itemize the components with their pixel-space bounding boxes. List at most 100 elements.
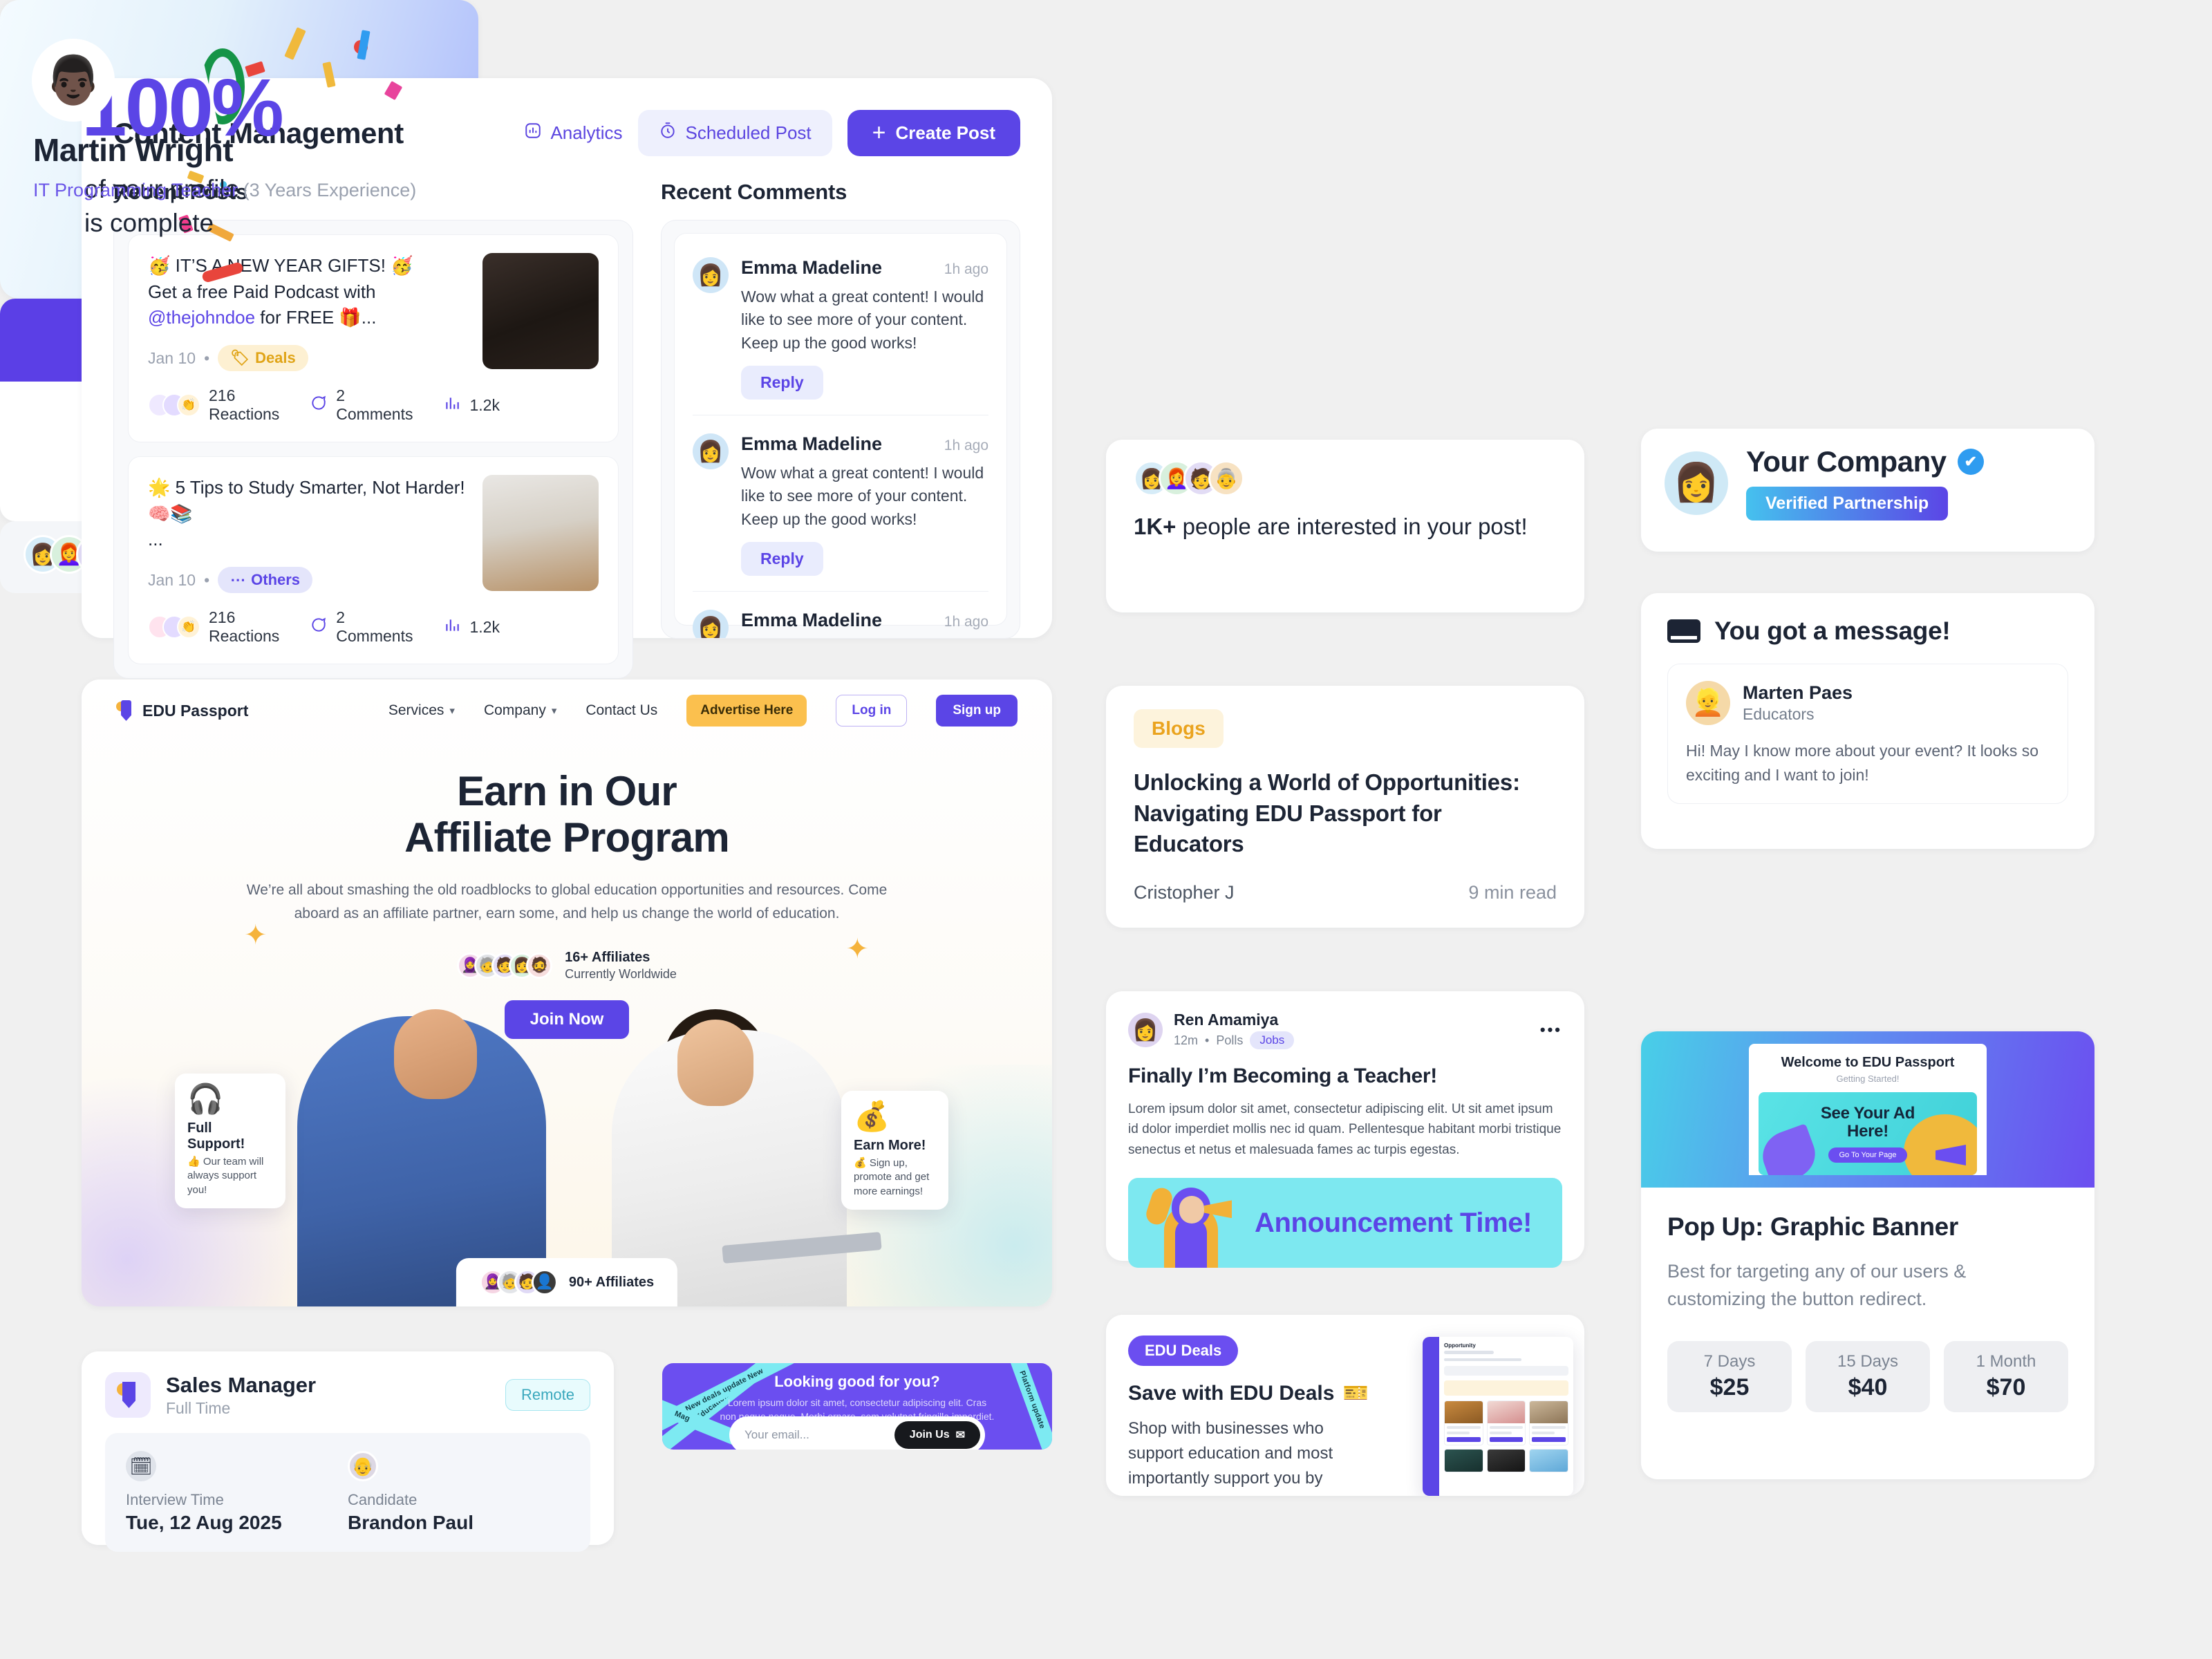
edu-deals-card: EDU Deals Save with EDU Deals 🎫 Shop wit… — [1106, 1315, 1584, 1496]
newsletter-heading: Looking good for you? — [774, 1373, 940, 1390]
email-input[interactable]: Your email... — [744, 1428, 894, 1442]
reply-button[interactable]: Reply — [741, 366, 823, 400]
popup-welcome-title: Welcome to EDU Passport — [1781, 1055, 1955, 1070]
envelope-icon: ✉ — [955, 1430, 965, 1441]
post-line-3: @thejohndoe for FREE 🎁... — [148, 305, 469, 331]
join-us-button[interactable]: Join Us ✉ — [894, 1421, 980, 1449]
post-content: 🥳 IT’S A NEW YEAR GIFTS! 🥳 Get a free Pa… — [148, 253, 500, 424]
comment-icon — [310, 394, 328, 416]
avatar: 👩 — [1665, 451, 1728, 515]
candidate-value: Brandon Paul — [348, 1512, 474, 1533]
recent-posts-list: 🥳 IT’S A NEW YEAR GIFTS! 🥳 Get a free Pa… — [113, 220, 633, 679]
interview-time-cell: 🗓 Interview Time Tue, 12 Aug 2025 — [126, 1451, 348, 1534]
bottom-affiliates-count: 90+ Affiliates — [568, 1274, 655, 1290]
more-options-icon[interactable]: ••• — [1540, 1021, 1562, 1039]
edu-deals-title-row: Save with EDU Deals 🎫 — [1128, 1381, 1381, 1405]
avatar: 🧔 — [526, 952, 553, 979]
dashboard-canvas: Content Management Analytics Scheduled P… — [0, 0, 2212, 1659]
preview-tile — [1444, 1400, 1483, 1445]
comments-label: 2 Comments — [336, 386, 413, 424]
post-mention[interactable]: @thejohndoe — [148, 307, 255, 328]
reactions-stat[interactable]: 👏 216 Reactions — [148, 608, 279, 646]
preview-heading: Opportunity — [1444, 1342, 1476, 1349]
signup-button[interactable]: Sign up — [936, 695, 1018, 727]
tag-icon: 🏷 — [230, 349, 250, 367]
post-category-label: Deals — [255, 349, 296, 367]
go-to-your-page-button[interactable]: Go To Your Page — [1828, 1147, 1908, 1163]
analytics-button[interactable]: Analytics — [524, 122, 623, 144]
recent-posts-column: Recent Posts 🥳 IT’S A NEW YEAR GIFTS! 🥳 … — [113, 180, 633, 679]
blog-card[interactable]: Blogs Unlocking a World of Opportunities… — [1106, 686, 1584, 928]
pricing-options: 7 Days $25 15 Days $40 1 Month $70 — [1641, 1313, 2094, 1412]
post-date: Jan 10 — [148, 348, 196, 367]
reactions-label: 216 Reactions — [209, 386, 280, 424]
post-card[interactable]: 🥳 IT’S A NEW YEAR GIFTS! 🥳 Get a free Pa… — [128, 234, 619, 443]
price-option[interactable]: 1 Month $70 — [1944, 1340, 2068, 1412]
nav-item-company[interactable]: Company ▾ — [484, 702, 556, 719]
create-post-button[interactable]: + Create Post — [847, 110, 1020, 156]
nav-label: Services — [388, 702, 444, 718]
reactions-stat[interactable]: 👏 216 Reactions — [148, 386, 279, 424]
sparkle-icon: ✦ — [244, 920, 268, 950]
nav-item-services[interactable]: Services ▾ — [388, 702, 455, 719]
comment-author: Emma Madeline — [741, 610, 883, 631]
interested-text: 1K+ people are interested in your post! — [1134, 512, 1557, 543]
meta-dot: • — [204, 570, 210, 589]
popup-ad-banner: See Your Ad Here! Go To Your Page — [1759, 1092, 1977, 1175]
earn-more-desc: 💰 Sign up, promote and get more earnings… — [854, 1157, 930, 1197]
views-label: 1.2k — [469, 617, 500, 636]
post-category-chip[interactable]: ⋯ Others — [218, 567, 313, 594]
comments-stat[interactable]: 2 Comments — [310, 608, 413, 646]
price-amount: $70 — [1986, 1374, 2026, 1400]
post-card[interactable]: 🌟 5 Tips to Study Smarter, Not Harder! 🧠… — [128, 456, 619, 665]
advertise-here-button[interactable]: Advertise Here — [686, 695, 807, 727]
login-button[interactable]: Log in — [836, 695, 908, 727]
comment-item: 👩 Emma Madeline 1h ago Wow what a great … — [693, 415, 988, 591]
post-banner-text: Announcement Time! — [1255, 1207, 1532, 1238]
money-bag-icon: 💰 — [854, 1100, 890, 1132]
job-type: Full Time — [166, 1398, 231, 1417]
price-option[interactable]: 15 Days $40 — [1806, 1340, 1930, 1412]
nav-item-contact-us[interactable]: Contact Us — [585, 702, 657, 719]
post-author: Ren Amamiya — [1174, 1011, 1279, 1029]
price-duration: 7 Days — [1703, 1351, 1756, 1371]
edu-passport-logo[interactable]: EDU Passport — [116, 700, 248, 721]
comments-stat[interactable]: 2 Comments — [310, 386, 413, 424]
recent-comments-list[interactable]: 👩 Emma Madeline 1h ago Wow what a great … — [661, 220, 1020, 639]
ad-headline: See Your Ad Here! — [1821, 1104, 1915, 1141]
reply-button[interactable]: Reply — [741, 542, 823, 577]
bar-chart-icon — [443, 394, 461, 416]
reactions-icon: 👏 — [148, 393, 200, 418]
chevron-down-icon: ▾ — [551, 705, 557, 717]
newsletter-content: Looking good for you? Lorem ipsum dolor … — [662, 1363, 1052, 1424]
company-card: 👩 Your Company ✔ Verified Partnership — [1641, 429, 2094, 552]
preview-tile — [1529, 1400, 1568, 1445]
verified-badge-icon: ✔ — [1957, 449, 1984, 475]
edu-deals-app-preview: Opportunity — [1423, 1337, 1573, 1496]
candidate-cell: 👴 Candidate Brandon Paul — [348, 1451, 570, 1534]
message-preview[interactable]: 👱 Marten Paes Educators Hi! May I know m… — [1667, 664, 2068, 804]
ad-headline-line-2: Here! — [1847, 1122, 1888, 1141]
analytics-label: Analytics — [550, 122, 623, 143]
job-titles: Sales Manager Full Time — [166, 1373, 316, 1418]
affiliate-navbar: EDU Passport Services ▾ Company ▾ Contac… — [82, 679, 1052, 742]
full-support-title: Full Support! — [187, 1121, 245, 1152]
candidate-label: Candidate — [348, 1491, 418, 1508]
post-tag-jobs[interactable]: Jobs — [1250, 1031, 1295, 1049]
post-category-chip[interactable]: 🏷 Deals — [218, 345, 308, 372]
views-stat[interactable]: 1.2k — [443, 394, 500, 416]
price-option[interactable]: 7 Days $25 — [1667, 1340, 1792, 1412]
blog-tag: Blogs — [1134, 709, 1224, 748]
views-stat[interactable]: 1.2k — [443, 616, 500, 638]
post-line-2: 🧠📚 — [148, 503, 193, 524]
newsletter-form: Your email... Join Us ✉ — [729, 1416, 985, 1450]
scheduled-post-button[interactable]: Scheduled Post — [637, 110, 832, 156]
interested-text-rest: people are interested in your post! — [1176, 514, 1528, 539]
edu-deals-tag: EDU Deals — [1128, 1335, 1239, 1366]
preview-tile — [1444, 1449, 1483, 1472]
comments-label: 2 Comments — [336, 608, 413, 646]
nav-label: Company — [483, 702, 546, 718]
job-details: 🗓 Interview Time Tue, 12 Aug 2025 👴 Cand… — [105, 1433, 590, 1552]
meta-dot: • — [204, 348, 210, 367]
post-line-1: 🌟 5 Tips to Study Smarter, Not Harder! — [148, 477, 465, 498]
